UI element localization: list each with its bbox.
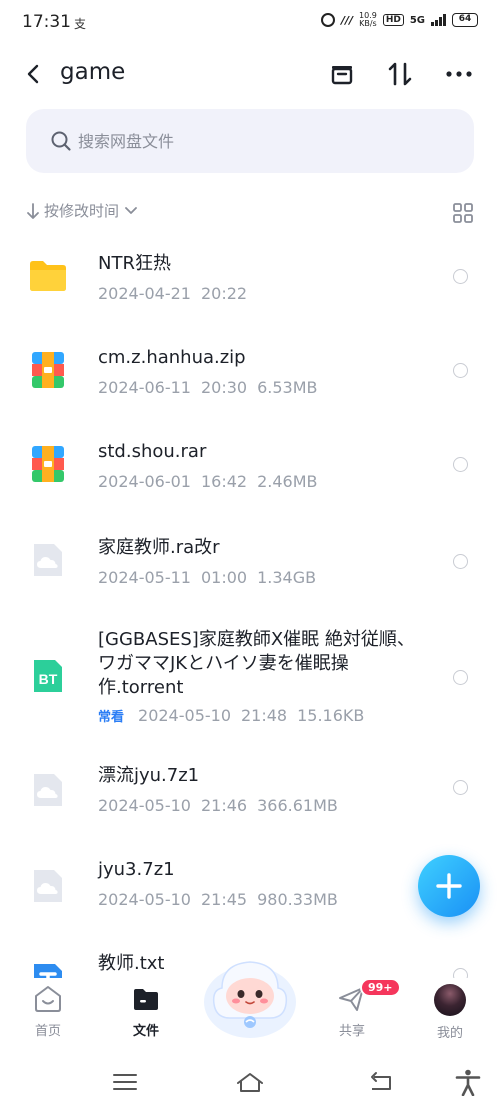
nav-files-label: 文件: [132, 1024, 159, 1039]
search-bar[interactable]: [26, 109, 474, 173]
archive-file-icon: [32, 352, 64, 388]
mascot-icon[interactable]: [200, 950, 300, 1042]
file-row[interactable]: std.shou.rar 2024-06-01 16:42 2.46MB: [0, 420, 500, 514]
home-button-icon[interactable]: [236, 1068, 264, 1096]
select-checkbox[interactable]: [453, 457, 468, 472]
accessibility-icon[interactable]: [454, 1068, 482, 1096]
share-count-badge: 99+: [360, 978, 401, 997]
file-meta: 2024-04-21 20:22: [98, 284, 248, 303]
vibrate-icon: ///: [340, 13, 353, 27]
folder-icon: [30, 261, 66, 291]
select-checkbox[interactable]: [453, 363, 468, 378]
home-icon: [35, 986, 61, 1012]
file-meta: 2024-05-10 21:46 366.61MB: [98, 796, 338, 815]
more-icon[interactable]: [443, 58, 475, 90]
file-name: [GGBASES]家庭教師X催眠 絶対従順、ワガママJKとハイソ妻を催眠操作.t…: [98, 629, 415, 698]
select-checkbox[interactable]: [453, 670, 468, 685]
text-file-icon: [34, 964, 62, 978]
alarm-icon: [320, 13, 335, 27]
file-row[interactable]: NTR狂热 2024-04-21 20:22: [0, 232, 500, 326]
status-time: 17:31: [22, 12, 71, 32]
arrow-down-icon: [27, 202, 39, 219]
file-name: 家庭教师.ra改r: [98, 537, 220, 558]
cloud-file-icon: [34, 870, 62, 902]
system-nav-bar: [0, 1052, 500, 1111]
app-header: game: [0, 50, 500, 98]
avatar: [434, 984, 466, 1016]
chevron-down-icon: [125, 206, 137, 214]
net-speed: 10.9 KB/s: [359, 11, 377, 28]
cloud-file-icon: [34, 544, 62, 576]
network-type: 5G: [409, 14, 425, 26]
battery-icon: 64: [452, 13, 478, 27]
select-checkbox[interactable]: [453, 269, 468, 284]
status-icons: /// 10.9 KB/s HD 5G 64: [320, 11, 478, 28]
file-meta: 2024-05-11 01:00 1.34GB: [98, 568, 317, 587]
sort-button[interactable]: 按修改时间: [26, 200, 139, 221]
select-checkbox[interactable]: [453, 968, 468, 978]
file-name: NTR狂热: [98, 253, 171, 274]
search-icon: [51, 131, 71, 151]
nav-home[interactable]: 首页: [8, 984, 88, 1044]
status-bar: 17:31 支 /// 10.9 KB/s HD 5G 64: [0, 0, 500, 46]
page-title: game: [60, 59, 126, 85]
file-row[interactable]: 漂流jyu.7z1 2024-05-10 21:46 366.61MB: [0, 746, 500, 840]
nav-me[interactable]: 我的: [410, 984, 490, 1044]
select-checkbox[interactable]: [453, 554, 468, 569]
cloud-file-icon: [34, 774, 62, 806]
nav-home-label: 首页: [34, 1024, 61, 1039]
file-row[interactable]: cm.z.hanhua.zip 2024-06-11 20:30 6.53MB: [0, 326, 500, 420]
file-meta: 2024-06-01 16:42 2.46MB: [98, 472, 318, 491]
file-name: jyu3.7z1: [98, 859, 175, 880]
hd-badge: HD: [382, 14, 404, 26]
nav-me-label: 我的: [436, 1026, 463, 1041]
file-meta: 2024-05-10 21:45 980.33MB: [98, 890, 338, 909]
file-meta: 2024-06-11 20:30 6.53MB: [98, 378, 318, 397]
torrent-file-icon: BT: [34, 660, 62, 692]
file-name: cm.z.hanhua.zip: [98, 347, 246, 368]
file-row[interactable]: BT [GGBASES]家庭教師X催眠 絶対従順、ワガママJKとハイソ妻を催眠操…: [0, 610, 500, 746]
sort-label: 按修改时间: [44, 202, 120, 220]
sort-row: 按修改时间: [26, 200, 474, 226]
plus-icon: [436, 873, 462, 899]
file-name: std.shou.rar: [98, 441, 207, 462]
signal-icon: [431, 14, 446, 26]
menu-icon[interactable]: [111, 1068, 139, 1096]
status-notification-glyph: 支: [74, 17, 87, 31]
archive-file-icon: [32, 446, 64, 482]
archive-icon[interactable]: [326, 58, 358, 90]
file-name: 漂流jyu.7z1: [98, 765, 200, 786]
file-meta: 常看 2024-05-10 21:48 15.16KB: [98, 706, 365, 725]
add-button[interactable]: [418, 855, 480, 917]
sort-toggle-icon[interactable]: [384, 58, 416, 90]
svg-text:BT: BT: [39, 671, 58, 687]
nav-files[interactable]: 文件: [106, 984, 186, 1044]
frequent-badge: 常看: [98, 710, 125, 725]
search-input[interactable]: [78, 109, 448, 173]
back-icon[interactable]: [22, 62, 46, 86]
file-row[interactable]: 家庭教师.ra改r 2024-05-11 01:00 1.34GB: [0, 514, 500, 610]
back-button-icon[interactable]: [367, 1068, 395, 1096]
folder-icon: [134, 989, 158, 1010]
nav-share-label: 共享: [338, 1024, 365, 1039]
select-checkbox[interactable]: [453, 780, 468, 795]
grid-view-icon[interactable]: [452, 202, 474, 224]
bottom-nav: 首页 文件 共享 99+ 我的: [0, 961, 500, 1050]
